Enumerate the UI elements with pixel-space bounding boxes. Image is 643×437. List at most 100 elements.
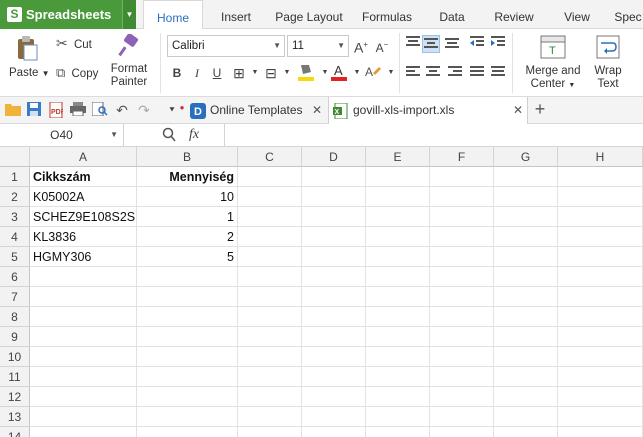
row-header-14[interactable]: 14 xyxy=(0,427,30,437)
cell-e6[interactable] xyxy=(366,267,430,287)
column-header-f[interactable]: F xyxy=(430,147,494,167)
cell-a2[interactable]: K05002A xyxy=(30,187,137,207)
justify-icon[interactable] xyxy=(468,65,486,83)
cell-d12[interactable] xyxy=(302,387,366,407)
cell-c5[interactable] xyxy=(238,247,302,267)
cell-h4[interactable] xyxy=(558,227,643,247)
redo-icon[interactable]: ↷ xyxy=(136,102,152,118)
row-header-5[interactable]: 5 xyxy=(0,247,30,267)
font-size-select[interactable]: 11 ▼ xyxy=(287,35,349,57)
cell-e4[interactable] xyxy=(366,227,430,247)
open-folder-icon[interactable] xyxy=(5,102,21,118)
cell-a9[interactable] xyxy=(30,327,137,347)
increase-indent-icon[interactable] xyxy=(489,35,507,53)
cell-c11[interactable] xyxy=(238,367,302,387)
align-middle-icon[interactable] xyxy=(422,35,440,53)
cell-a1[interactable]: Cikkszám xyxy=(30,167,137,187)
cell-e5[interactable] xyxy=(366,247,430,267)
cell-c7[interactable] xyxy=(238,287,302,307)
cell-c10[interactable] xyxy=(238,347,302,367)
font-color-icon[interactable]: A xyxy=(330,62,348,81)
cell-c14[interactable] xyxy=(238,427,302,437)
name-box[interactable]: O40 ▼ xyxy=(0,124,124,147)
cell-a13[interactable] xyxy=(30,407,137,427)
clear-format-icon[interactable]: A xyxy=(364,63,382,81)
cell-a12[interactable] xyxy=(30,387,137,407)
cell-g6[interactable] xyxy=(494,267,558,287)
cell-b13[interactable] xyxy=(137,407,238,427)
cell-c12[interactable] xyxy=(238,387,302,407)
format-painter-icon[interactable] xyxy=(117,33,139,58)
cell-g10[interactable] xyxy=(494,347,558,367)
row-header-1[interactable]: 1 xyxy=(0,167,30,187)
tab-insert[interactable]: Insert xyxy=(212,0,260,29)
cell-d7[interactable] xyxy=(302,287,366,307)
cell-g12[interactable] xyxy=(494,387,558,407)
cell-h10[interactable] xyxy=(558,347,643,367)
column-header-g[interactable]: G xyxy=(494,147,558,167)
row-header-4[interactable]: 4 xyxy=(0,227,30,247)
cell-c4[interactable] xyxy=(238,227,302,247)
cell-b2[interactable]: 10 xyxy=(137,187,238,207)
cell-h12[interactable] xyxy=(558,387,643,407)
cell-e7[interactable] xyxy=(366,287,430,307)
cell-f3[interactable] xyxy=(430,207,494,227)
cell-c9[interactable] xyxy=(238,327,302,347)
distributed-icon[interactable] xyxy=(489,65,507,83)
cell-e8[interactable] xyxy=(366,307,430,327)
cell-e9[interactable] xyxy=(366,327,430,347)
cell-g11[interactable] xyxy=(494,367,558,387)
cell-h5[interactable] xyxy=(558,247,643,267)
cell-f7[interactable] xyxy=(430,287,494,307)
cell-g2[interactable] xyxy=(494,187,558,207)
cell-g13[interactable] xyxy=(494,407,558,427)
paste-button[interactable]: Paste ▼ xyxy=(9,67,50,79)
cell-e13[interactable] xyxy=(366,407,430,427)
column-header-a[interactable]: A xyxy=(30,147,137,167)
tab-page-layout[interactable]: Page Layout xyxy=(270,0,348,29)
italic-icon[interactable]: I xyxy=(188,64,206,82)
copy-button[interactable]: ⧉ Copy xyxy=(56,65,98,81)
cell-f4[interactable] xyxy=(430,227,494,247)
cell-b4[interactable]: 2 xyxy=(137,227,238,247)
cell-e14[interactable] xyxy=(366,427,430,437)
cell-e1[interactable] xyxy=(366,167,430,187)
cell-c13[interactable] xyxy=(238,407,302,427)
cell-e2[interactable] xyxy=(366,187,430,207)
cell-g9[interactable] xyxy=(494,327,558,347)
row-header-7[interactable]: 7 xyxy=(0,287,30,307)
close-icon[interactable]: ✕ xyxy=(312,97,322,124)
cell-b9[interactable] xyxy=(137,327,238,347)
decrease-font-icon[interactable]: A− xyxy=(373,36,391,55)
align-center-icon[interactable] xyxy=(424,65,442,83)
tab-govill-xls-import[interactable]: X govill-xls-import.xls ✕ xyxy=(328,97,528,124)
cell-g7[interactable] xyxy=(494,287,558,307)
cell-g3[interactable] xyxy=(494,207,558,227)
cell-c6[interactable] xyxy=(238,267,302,287)
cell-d11[interactable] xyxy=(302,367,366,387)
wrap-text-icon[interactable] xyxy=(596,35,620,59)
cell-e10[interactable] xyxy=(366,347,430,367)
cell-d1[interactable] xyxy=(302,167,366,187)
cell-h9[interactable] xyxy=(558,327,643,347)
cell-f8[interactable] xyxy=(430,307,494,327)
cell-g4[interactable] xyxy=(494,227,558,247)
print-icon[interactable] xyxy=(70,102,86,118)
cell-a8[interactable] xyxy=(30,307,137,327)
row-header-10[interactable]: 10 xyxy=(0,347,30,367)
new-tab-icon[interactable]: + xyxy=(532,100,548,118)
formula-input[interactable] xyxy=(226,124,643,147)
align-bottom-icon[interactable] xyxy=(443,35,461,53)
cell-g5[interactable] xyxy=(494,247,558,267)
cell-c1[interactable] xyxy=(238,167,302,187)
cell-e12[interactable] xyxy=(366,387,430,407)
zoom-lookup-icon[interactable] xyxy=(162,127,176,146)
cell-d14[interactable] xyxy=(302,427,366,437)
cell-h3[interactable] xyxy=(558,207,643,227)
cell-b3[interactable]: 1 xyxy=(137,207,238,227)
font-name-select[interactable]: Calibri ▼ xyxy=(167,35,285,57)
close-icon[interactable]: ✕ xyxy=(513,97,523,124)
column-header-d[interactable]: D xyxy=(302,147,366,167)
column-header-c[interactable]: C xyxy=(238,147,302,167)
cell-h14[interactable] xyxy=(558,427,643,437)
